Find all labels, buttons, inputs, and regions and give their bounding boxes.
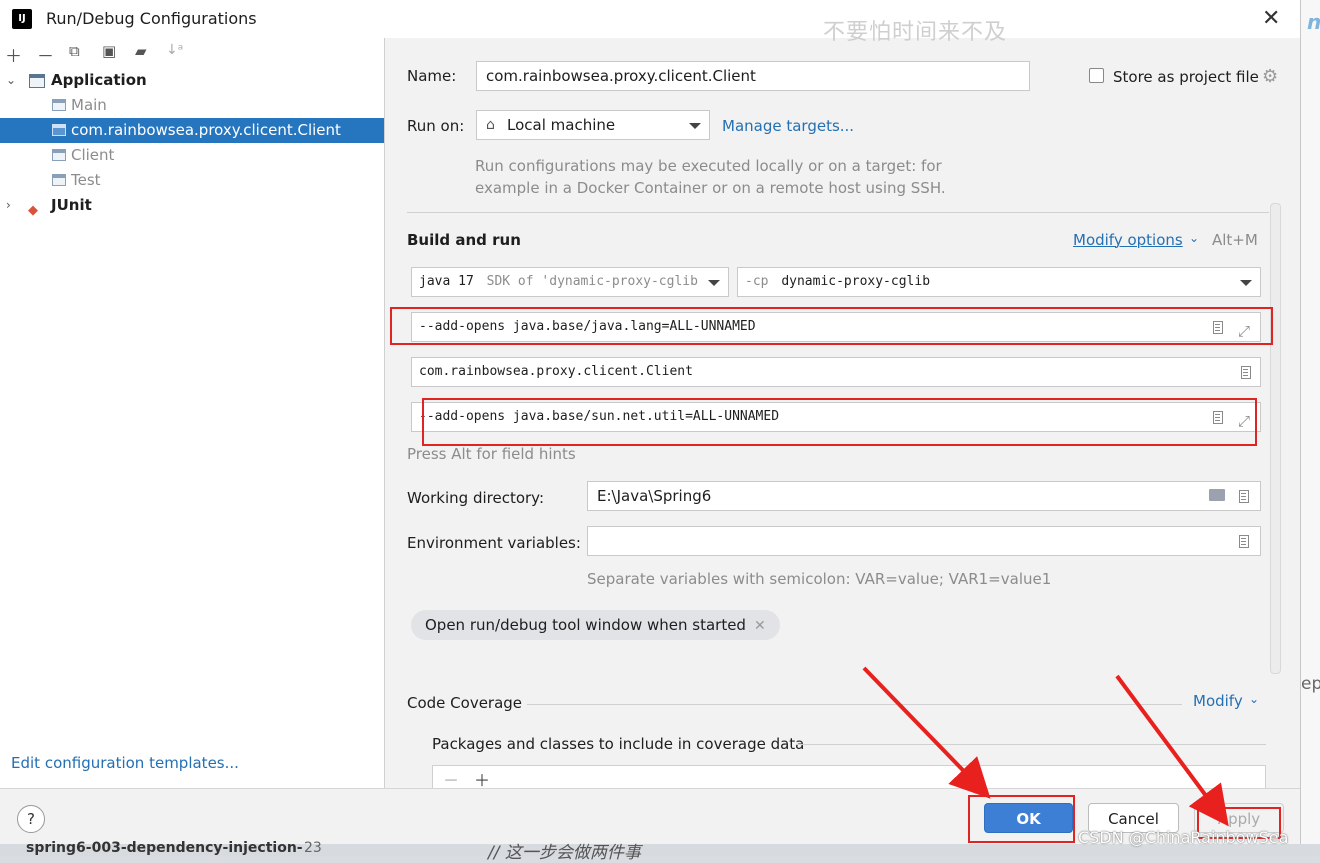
annotation-arrow-ok — [862, 666, 991, 799]
annotation-arrows — [862, 666, 1229, 827]
annotation-arrow-apply — [1115, 674, 1229, 827]
